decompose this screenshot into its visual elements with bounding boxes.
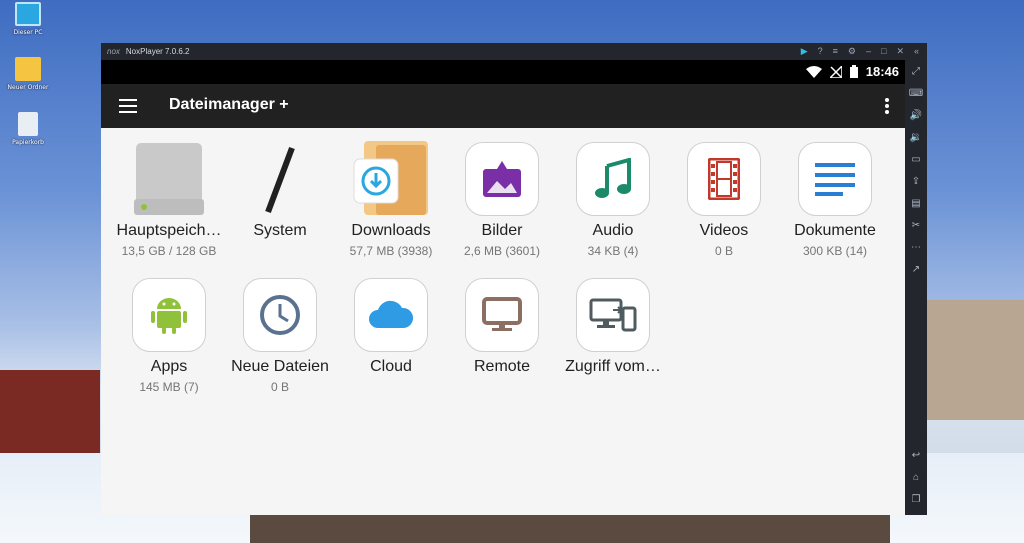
tile-label: Zugriff vom… — [565, 358, 661, 375]
maximize-icon[interactable]: □ — [881, 45, 886, 58]
desktop-icon-label: Dieser PC — [13, 29, 43, 36]
no-signal-icon — [829, 65, 842, 78]
tile-downloads[interactable]: Downloads 57,7 MB (3938) — [336, 141, 446, 258]
more-vert-icon[interactable] — [885, 98, 889, 116]
tile-sub: 0 B — [714, 244, 733, 258]
tile-dokumente[interactable]: Dokumente 300 KB (14) — [780, 142, 890, 258]
more-icon[interactable]: ⋯ — [905, 242, 927, 253]
android-statusbar: 18:46 — [101, 60, 905, 84]
clock-icon — [243, 278, 317, 352]
devices-icon — [576, 278, 650, 352]
back-icon[interactable]: ↩ — [905, 450, 927, 461]
play-icon[interactable]: ▶ — [801, 45, 808, 58]
tile-remote[interactable]: Remote — [447, 278, 557, 380]
collapse-icon[interactable]: « — [914, 45, 919, 58]
tile-label: Bilder — [481, 222, 523, 239]
tile-label: Remote — [473, 358, 531, 375]
status-clock: 18:46 — [865, 64, 899, 79]
hard-drive-icon — [129, 142, 209, 216]
wallpaper-building-right — [924, 300, 1024, 420]
menu-icon[interactable]: ≡ — [833, 45, 838, 58]
tile-sub: 2,6 MB (3601) — [463, 244, 541, 258]
desktop-icon-label: Neuer Ordner — [7, 84, 49, 91]
desktop-icon-this-pc[interactable]: Dieser PC — [6, 2, 50, 36]
close-icon[interactable]: ✕ — [896, 45, 904, 58]
wifi-icon — [805, 65, 822, 78]
tile-sub: 34 KB (4) — [587, 244, 639, 258]
tile-neue-dateien[interactable]: Neue Dateien 0 B — [225, 278, 335, 394]
help-icon[interactable]: ? — [818, 45, 823, 58]
tile-sub: 145 MB (7) — [139, 380, 199, 394]
tile-sub: 57,7 MB (3938) — [349, 244, 433, 258]
install-apk-icon[interactable]: ⇪ — [905, 176, 927, 187]
desktop-icon-label: Papierkorb — [12, 139, 44, 146]
tile-label: Apps — [150, 358, 188, 375]
app-title: Dateimanager + — [169, 96, 289, 113]
window-title: NoxPlayer 7.0.6.2 — [125, 47, 190, 56]
tile-system[interactable]: System — [225, 142, 335, 244]
cloud-icon — [354, 278, 428, 352]
volume-up-icon[interactable]: 🔊 — [905, 110, 927, 121]
scissors-icon[interactable]: ✂ — [905, 220, 927, 231]
wallpaper-buildings-bottom — [250, 513, 890, 543]
keyboard-icon[interactable]: ⌨ — [905, 88, 927, 99]
tile-videos[interactable]: Videos 0 B — [669, 142, 779, 258]
expand-icon[interactable]: ⤢ — [905, 66, 927, 77]
folder-icon — [15, 57, 41, 81]
tile-label: Downloads — [351, 222, 431, 239]
tile-label: Audio — [592, 222, 634, 239]
tile-label: Cloud — [370, 358, 412, 375]
minimize-icon[interactable]: – — [866, 45, 871, 58]
tile-apps[interactable]: Apps 145 MB (7) — [114, 278, 224, 394]
nox-logo: nox — [107, 47, 120, 56]
android-icon — [132, 278, 206, 352]
tile-sub: 0 B — [270, 380, 289, 394]
battery-icon — [849, 65, 858, 78]
tile-label: Videos — [699, 222, 749, 239]
tile-sub: 13,5 GB / 128 GB — [121, 244, 217, 258]
film-icon — [687, 142, 761, 216]
tile-zugriff[interactable]: Zugriff vom… — [558, 278, 668, 380]
monitor-icon — [15, 2, 41, 26]
recycle-bin-icon — [18, 112, 38, 136]
monitor-icon — [465, 278, 539, 352]
volume-down-icon[interactable]: 🔉 — [905, 132, 927, 143]
tile-audio[interactable]: Audio 34 KB (4) — [558, 142, 668, 258]
settings-icon[interactable]: ⚙ — [848, 45, 856, 58]
image-icon — [465, 142, 539, 216]
tile-hauptspeicher[interactable]: Hauptspeich… 13,5 GB / 128 GB — [114, 142, 224, 258]
slash-icon — [240, 142, 320, 216]
tile-label: Dokumente — [794, 222, 876, 239]
tile-label: System — [253, 222, 307, 239]
document-lines-icon — [798, 142, 872, 216]
tile-label: Neue Dateien — [231, 358, 329, 375]
tile-bilder[interactable]: Bilder 2,6 MB (3601) — [447, 142, 557, 258]
noxplayer-window: nox NoxPlayer 7.0.6.2 ▶ ? ≡ ⚙ – □ ✕ « 18… — [101, 43, 927, 515]
recents-icon[interactable]: ❐ — [905, 494, 927, 505]
tile-cloud[interactable]: Cloud — [336, 278, 446, 380]
window-titlebar[interactable]: nox NoxPlayer 7.0.6.2 ▶ ? ≡ ⚙ – □ ✕ « — [101, 43, 927, 60]
app-bar: Dateimanager + — [101, 84, 905, 128]
screen-icon[interactable]: ▭ — [905, 154, 927, 165]
home-icon[interactable]: ⌂ — [905, 472, 927, 483]
desktop-icon-new-folder[interactable]: Neuer Ordner — [6, 57, 50, 91]
tile-label: Hauptspeich… — [116, 222, 222, 239]
desktop-icon-recycle-bin[interactable]: Papierkorb — [6, 112, 50, 146]
tile-sub: 300 KB (14) — [802, 244, 868, 258]
toolbox-icon[interactable]: ▤ — [905, 198, 927, 209]
android-screen: 18:46 Dateimanager + Hauptspeich… 13,5 G… — [101, 60, 905, 515]
music-note-icon — [576, 142, 650, 216]
hamburger-icon[interactable] — [119, 99, 137, 113]
downloads-folder-icon — [351, 141, 431, 216]
external-icon[interactable]: ↗ — [905, 264, 927, 275]
nox-sidebar: ⤢ ⌨ 🔊 🔉 ▭ ⇪ ▤ ✂ ⋯ ↗ ↩ ⌂ ❐ — [905, 60, 927, 515]
